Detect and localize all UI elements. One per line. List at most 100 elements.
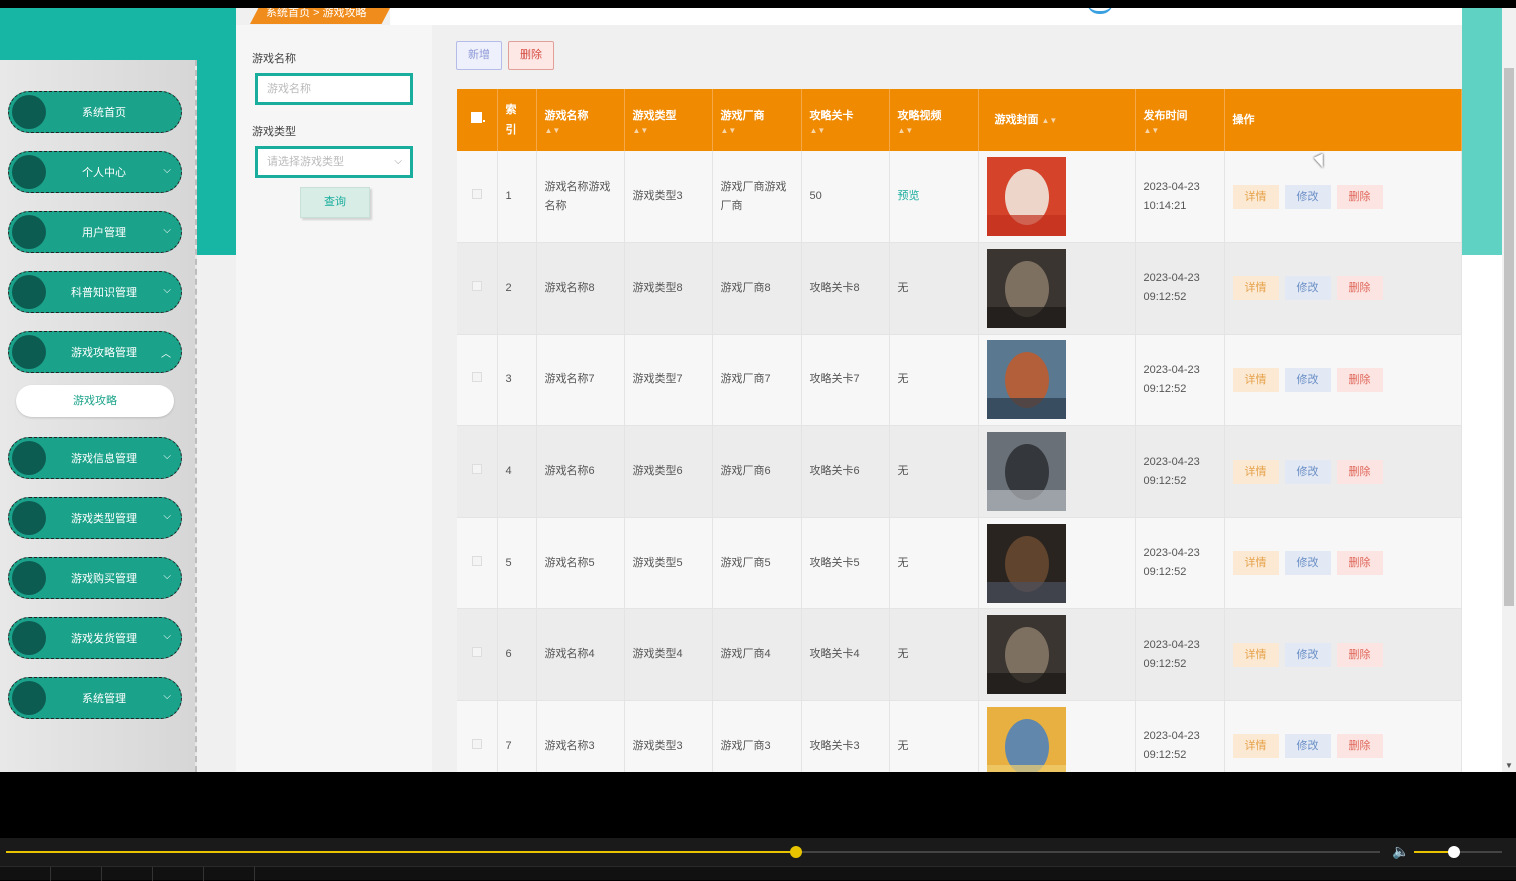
sidebar-item-6[interactable]: 游戏类型管理 ⌵	[8, 497, 182, 539]
table-row: 6 游戏名称4 游戏类型4 游戏厂商4 攻略关卡4 无 2023-04-23 09:12:5…	[457, 608, 1462, 702]
volume-slider[interactable]	[1414, 846, 1502, 858]
sidebar-item-2[interactable]: 用户管理 ⌵	[8, 211, 182, 253]
cell-video: 无	[889, 425, 979, 518]
col-vendor[interactable]: 游戏厂商 ▲▼	[712, 89, 802, 151]
col-name[interactable]: 游戏名称 ▲▼	[536, 89, 625, 151]
divider	[152, 867, 153, 881]
cell-time: 2023-04-23 09:12:52	[1135, 334, 1225, 427]
edit-button[interactable]: 修改	[1284, 459, 1331, 484]
volume-knob[interactable]	[1447, 846, 1460, 858]
scrollbar-thumb[interactable]	[1504, 68, 1514, 606]
table-row: 7 游戏名称3 游戏类型3 游戏厂商3 攻略关卡3 无 2023-04-23 09:12:5…	[457, 700, 1462, 772]
delete-button[interactable]: 删除	[1336, 459, 1383, 484]
delete-button[interactable]: 删除	[1336, 551, 1383, 576]
col-time[interactable]: 发布时间 ▲▼	[1135, 89, 1225, 151]
search-panel: 游戏名称 游戏名称 游戏类型 请选择游戏类型 ⌵ 查询	[236, 25, 432, 772]
sidebar-item-label: 游戏类型管理	[71, 513, 137, 525]
sidebar-item-label: 个人中心	[82, 167, 126, 179]
col-actions: 操作	[1224, 89, 1462, 151]
row-checkbox[interactable]	[471, 280, 482, 291]
cell-type: 游戏类型4	[624, 608, 713, 702]
row-checkbox[interactable]	[471, 189, 482, 200]
detail-button[interactable]: 详情	[1232, 276, 1279, 301]
sidebar-subitem-game-guide[interactable]: 游戏攻略	[16, 385, 174, 417]
detail-button[interactable]: 详情	[1232, 642, 1279, 667]
col-video-label: 攻略视频	[897, 109, 942, 122]
menu-circle-icon	[12, 275, 46, 309]
detail-button[interactable]: 详情	[1232, 734, 1279, 759]
game-type-placeholder: 请选择游戏类型	[267, 156, 344, 168]
cell-video: 无	[889, 242, 979, 335]
cell-time: 2023-04-23 10:14:21	[1135, 151, 1225, 244]
table-header-row: 索引 游戏名称 ▲▼ 游戏类型 ▲▼ 游戏厂商 ▲▼ 攻略关卡 ▲▼ 攻略视频 ▲▼ 游戏…	[457, 89, 1462, 151]
col-level[interactable]: 攻略关卡 ▲▼	[801, 89, 890, 151]
add-button[interactable]: 新增	[456, 41, 502, 70]
chevron-icon: ⌵	[163, 165, 171, 176]
edit-button[interactable]: 修改	[1284, 642, 1331, 667]
delete-button[interactable]: 删除	[1336, 367, 1383, 392]
batch-delete-button[interactable]: 删除	[508, 41, 554, 70]
game-cover-image	[986, 340, 1066, 420]
detail-button[interactable]: 详情	[1232, 184, 1279, 209]
sidebar-item-1[interactable]: 个人中心 ⌵	[8, 151, 182, 193]
sidebar-item-label: 用户管理	[82, 227, 126, 239]
row-checkbox[interactable]	[471, 738, 482, 749]
sidebar-item-8[interactable]: 游戏发货管理 ⌵	[8, 617, 182, 659]
cell-time: 2023-04-23 09:12:52	[1135, 425, 1225, 518]
delete-button[interactable]: 删除	[1336, 276, 1383, 301]
edit-button[interactable]: 修改	[1284, 367, 1331, 392]
main-content: 新增 删除 索引 游戏名称 ▲▼ 游戏类型 ▲▼ 游戏厂商 ▲▼ 攻略关卡 ▲▼	[432, 25, 1462, 772]
col-index[interactable]: 索引	[497, 89, 537, 151]
row-checkbox[interactable]	[471, 555, 482, 566]
game-type-select[interactable]: 请选择游戏类型 ⌵	[255, 146, 413, 178]
progress-knob[interactable]	[790, 846, 803, 858]
detail-button[interactable]: 详情	[1232, 551, 1279, 576]
menu-circle-icon	[12, 155, 46, 189]
col-video[interactable]: 攻略视频 ▲▼	[889, 89, 979, 151]
sort-icon[interactable]: ▲▼	[898, 126, 970, 135]
sidebar-item-9[interactable]: 系统管理 ⌵	[8, 677, 182, 719]
select-all-checkbox[interactable]	[457, 89, 498, 151]
edit-button[interactable]: 修改	[1284, 551, 1331, 576]
edit-button[interactable]: 修改	[1284, 734, 1331, 759]
sidebar-item-4[interactable]: 游戏攻略管理 ︿	[8, 331, 182, 373]
table-body: 1 游戏名称游戏名称 游戏类型3 游戏厂商游戏厂商 50 预览 2023-04-23 10:…	[457, 151, 1462, 772]
sort-icon[interactable]: ▲▼	[1144, 126, 1216, 135]
progress-slider[interactable]	[6, 846, 1380, 858]
col-cover[interactable]: 游戏封面 ▲▼	[978, 89, 1136, 151]
vertical-scrollbar[interactable]: ▼	[1502, 8, 1516, 772]
cell-vendor: 游戏厂商8	[712, 242, 802, 335]
detail-button[interactable]: 详情	[1232, 367, 1279, 392]
sort-icon[interactable]: ▲▼	[810, 126, 881, 135]
sidebar-item-0[interactable]: 系统首页	[8, 91, 182, 133]
cell-name: 游戏名称游戏名称	[536, 151, 625, 244]
edit-button[interactable]: 修改	[1284, 276, 1331, 301]
divider	[254, 867, 255, 881]
col-type[interactable]: 游戏类型 ▲▼	[624, 89, 713, 151]
sort-icon[interactable]: ▲▼	[545, 126, 616, 135]
app-screen: 系统首页 > 游戏攻略 系统首页 个人中心 ⌵ 用户管理 ⌵ 科普知识管理 ⌵ 游戏攻略管理 ︿…	[0, 8, 1516, 772]
top-black-strip	[0, 0, 1516, 8]
table-row: 1 游戏名称游戏名称 游戏类型3 游戏厂商游戏厂商 50 预览 2023-04-23 10:…	[457, 151, 1462, 244]
volume-icon[interactable]: 🔈	[1392, 843, 1409, 860]
delete-button[interactable]: 删除	[1336, 642, 1383, 667]
sidebar-item-3[interactable]: 科普知识管理 ⌵	[8, 271, 182, 313]
video-preview-link[interactable]: 预览	[898, 190, 920, 202]
sidebar-item-7[interactable]: 游戏购买管理 ⌵	[8, 557, 182, 599]
row-checkbox[interactable]	[471, 647, 482, 658]
scroll-down-arrow-icon[interactable]: ▼	[1505, 761, 1513, 770]
row-checkbox[interactable]	[471, 464, 482, 475]
row-checkbox[interactable]	[471, 372, 482, 383]
sort-icon[interactable]: ▲▼	[721, 126, 793, 135]
delete-button[interactable]: 删除	[1336, 734, 1383, 759]
video-value: 无	[897, 556, 909, 569]
cell-name: 游戏名称6	[536, 425, 625, 518]
sidebar-item-5[interactable]: 游戏信息管理 ⌵	[8, 437, 182, 479]
game-name-input[interactable]: 游戏名称	[255, 73, 413, 105]
sort-icon[interactable]: ▲▼	[1042, 116, 1058, 125]
query-button[interactable]: 查询	[300, 187, 370, 218]
detail-button[interactable]: 详情	[1232, 459, 1279, 484]
delete-button[interactable]: 删除	[1336, 184, 1383, 209]
sort-icon[interactable]: ▲▼	[633, 126, 704, 135]
edit-button[interactable]: 修改	[1284, 184, 1331, 209]
